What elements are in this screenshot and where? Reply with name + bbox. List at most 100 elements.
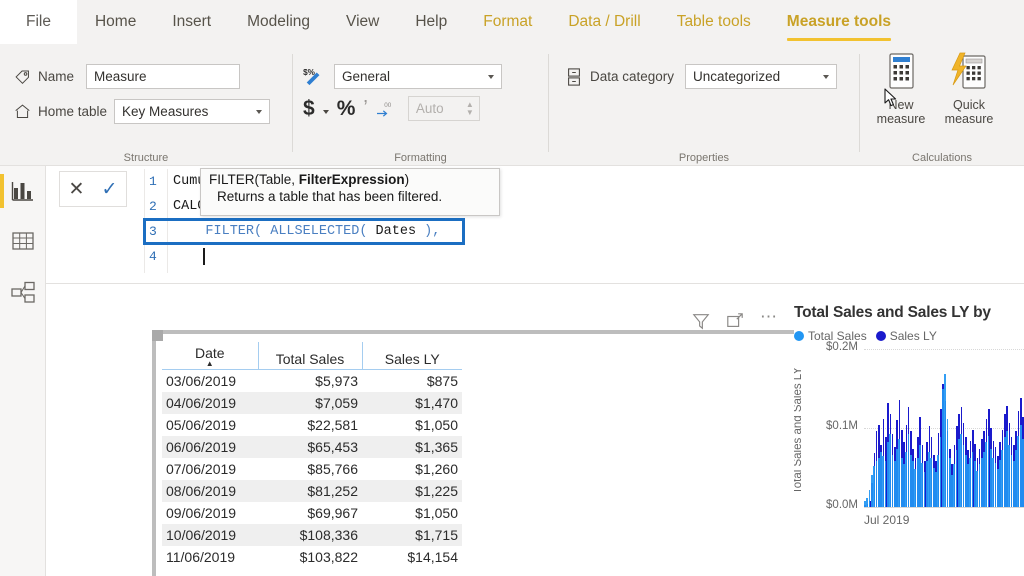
decimal-places-placeholder: Auto bbox=[415, 101, 444, 116]
decrease-decimals-icon[interactable]: 00 bbox=[376, 100, 396, 118]
sidebar-item-model-view[interactable] bbox=[10, 279, 36, 305]
format-type-value: General bbox=[342, 69, 391, 84]
formula-line-4[interactable]: 4 bbox=[145, 244, 464, 269]
table-cell: 10/06/2019 bbox=[162, 523, 258, 546]
nav-selection-indicator bbox=[0, 174, 4, 208]
thousands-separator-button[interactable]: ’ bbox=[363, 97, 367, 120]
table-column-header-total-sales[interactable]: Total Sales bbox=[257, 342, 362, 370]
data-category-icon bbox=[565, 67, 583, 87]
dax-function-tooltip: FILTER(Table, FilterExpression) Returns … bbox=[200, 168, 500, 216]
text-caret bbox=[203, 248, 205, 265]
focus-mode-icon[interactable] bbox=[726, 312, 744, 330]
visual-border-top bbox=[163, 330, 841, 334]
table-cell: $108,336 bbox=[258, 523, 362, 546]
formula-line-3[interactable]: 3 FILTER( ALLSELECTED( Dates ), bbox=[143, 218, 465, 245]
data-category-select[interactable]: Uncategorized bbox=[685, 64, 838, 89]
ribbon-tabbar: File Home Insert Modeling View Help Format Data… bbox=[0, 0, 1024, 44]
table-cell: $1,715 bbox=[362, 523, 462, 546]
new-measure-label-2: measure bbox=[876, 112, 926, 126]
table-row[interactable]: 08/06/2019 $81,252 $1,225 bbox=[162, 479, 462, 502]
table-cell: $1,260 bbox=[415, 460, 458, 477]
ribbon-tab-help[interactable]: Help bbox=[397, 0, 465, 44]
ribbon-tab-file[interactable]: File bbox=[0, 0, 77, 44]
currency-format-button[interactable]: $ bbox=[303, 97, 315, 121]
data-table[interactable]: Date ▲ Total Sales Sales LY 03/06/2019 $5,97… bbox=[162, 342, 462, 568]
table-cell: $5,973 bbox=[315, 372, 358, 389]
quick-measure-label-1: Quick bbox=[953, 98, 985, 112]
ribbon-group-structure: Name Measure Home table Key Measures Str… bbox=[0, 44, 292, 166]
column-chart-visual[interactable]: Total Sales and Sales LY by Total Sales S… bbox=[794, 304, 1024, 576]
filter-icon[interactable] bbox=[692, 312, 710, 330]
resize-handle-tl[interactable] bbox=[152, 330, 163, 341]
quick-measure-lightning-icon bbox=[947, 52, 991, 98]
sort-ascending-icon: ▲ bbox=[205, 358, 214, 368]
ribbon-tab-modeling[interactable]: Modeling bbox=[229, 0, 328, 44]
currency-chevron-down-icon[interactable] bbox=[322, 109, 329, 114]
sidebar-item-report-view[interactable] bbox=[10, 178, 36, 204]
ribbon-group-properties: Data category Uncategorized Properties bbox=[549, 44, 859, 166]
table-column-header-date[interactable]: Date ▲ bbox=[162, 342, 258, 370]
cancel-formula-button[interactable]: ✕ bbox=[69, 178, 85, 201]
ribbon-tab-view[interactable]: View bbox=[328, 0, 397, 44]
model-relationships-icon bbox=[10, 281, 36, 309]
ribbon-tab-measure-tools[interactable]: Measure tools bbox=[769, 0, 909, 44]
table-row[interactable]: 06/06/2019 $65,453 $1,365 bbox=[162, 435, 462, 458]
group-title-structure: Structure bbox=[123, 152, 169, 164]
chart-y-tick-label: $0.1M bbox=[826, 420, 858, 432]
spinner-icon[interactable]: ▲ ▼ bbox=[466, 100, 474, 117]
table-row[interactable]: 10/06/2019 $108,336 $1,715 bbox=[162, 523, 462, 546]
table-cell: 05/06/2019 bbox=[166, 416, 237, 433]
ribbon-tab-insert[interactable]: Insert bbox=[154, 0, 229, 44]
measure-name-value: Measure bbox=[94, 69, 147, 84]
table-cell: $875 bbox=[426, 372, 458, 389]
group-title-formatting: Formatting bbox=[394, 152, 447, 164]
tooltip-signature-bold: FilterExpression bbox=[298, 172, 405, 187]
table-cell: 11/06/2019 bbox=[166, 548, 236, 565]
chevron-down-icon bbox=[256, 109, 263, 114]
ribbon-tab-table-tools[interactable]: Table tools bbox=[659, 0, 769, 44]
table-cell: 03/06/2019 bbox=[166, 372, 237, 389]
commit-formula-button[interactable]: ✓ bbox=[102, 178, 118, 201]
chart-plot-area: Total Sales and Sales LY $0.0M $0.1M $0.2M… bbox=[794, 341, 1024, 527]
table-cell: $1,225 bbox=[362, 479, 462, 502]
legend-color-dot bbox=[875, 331, 886, 341]
legend-item-sales-ly[interactable]: Sales LY bbox=[875, 329, 937, 343]
ribbon-body: Name Measure Home table Key Measures Str… bbox=[0, 44, 1024, 166]
bar-chart-icon bbox=[10, 182, 36, 208]
table-cell: $14,154 bbox=[407, 548, 458, 565]
table-row[interactable]: 04/06/2019 $7,059 $1,470 bbox=[162, 391, 462, 414]
table-row[interactable]: 05/06/2019 $22,581 $1,050 bbox=[162, 414, 462, 436]
chevron-down-icon bbox=[823, 74, 830, 79]
percent-format-button[interactable]: % bbox=[337, 97, 356, 121]
line-number-4: 4 bbox=[149, 249, 157, 264]
decimal-places-input[interactable]: Auto ▲ ▼ bbox=[407, 96, 480, 121]
svg-text:00: 00 bbox=[384, 102, 392, 109]
chart-title: Total Sales and Sales LY by bbox=[794, 304, 991, 321]
quick-measure-button[interactable]: Quick measure bbox=[938, 52, 1000, 126]
table-row[interactable]: 07/06/2019 $85,766 $1,260 bbox=[162, 458, 462, 480]
table-column-header-sales-ly[interactable]: Sales LY bbox=[361, 342, 462, 370]
legend-color-dot bbox=[794, 331, 804, 341]
table-cell: 08/06/2019 bbox=[162, 479, 258, 502]
legend-label: Sales LY bbox=[889, 329, 937, 343]
format-type-select[interactable]: General bbox=[334, 64, 502, 89]
more-options-icon[interactable]: ⋯ bbox=[760, 308, 778, 330]
ribbon-tab-home[interactable]: Home bbox=[77, 0, 154, 44]
chart-bars bbox=[864, 349, 1024, 507]
home-icon bbox=[14, 103, 31, 120]
table-visual[interactable]: Date ▲ Total Sales Sales LY 03/06/2019 $5,97… bbox=[152, 330, 852, 576]
tooltip-signature-prefix: FILTER(Table, bbox=[209, 172, 299, 187]
new-measure-button[interactable]: New measure bbox=[870, 52, 932, 126]
measure-name-input[interactable]: Measure bbox=[86, 64, 241, 89]
sidebar-item-data-view[interactable] bbox=[10, 228, 36, 254]
ribbon-tab-data-drill[interactable]: Data / Drill bbox=[550, 0, 658, 44]
format-style-icon: $% bbox=[303, 67, 325, 87]
dax-formula-bar: ✕ ✓ 1 Cumu 2 CALC 3 FILTER( ALLSELECTED( Dat… bbox=[46, 166, 1024, 284]
table-cell: $1,050 bbox=[415, 416, 458, 433]
table-row[interactable]: 03/06/2019 $5,973 $875 bbox=[162, 370, 462, 392]
ribbon-tab-format[interactable]: Format bbox=[465, 0, 550, 44]
name-tag-icon bbox=[14, 68, 31, 85]
table-row[interactable]: 09/06/2019 $69,967 $1,050 bbox=[162, 502, 462, 524]
home-table-select[interactable]: Key Measures bbox=[114, 99, 271, 124]
table-row[interactable]: 11/06/2019 $103,822 $14,154 bbox=[162, 546, 462, 568]
